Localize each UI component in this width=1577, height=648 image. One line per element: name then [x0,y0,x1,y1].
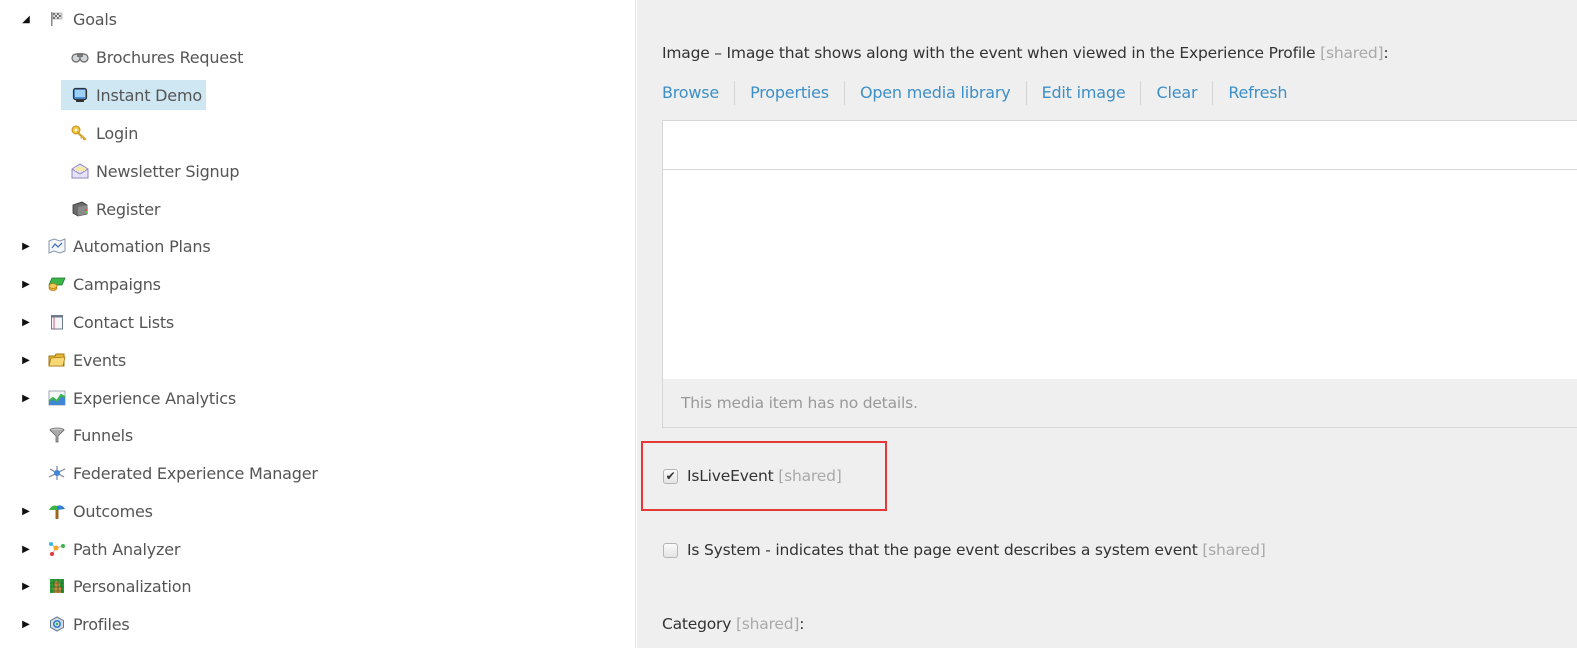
expand-toggle-collapsed-icon[interactable]: ▶ [20,240,32,252]
image-field-toolbar: Browse Properties Open media library Edi… [662,80,1302,106]
signpost-icon [48,502,66,520]
tree-item-instant-demo[interactable]: Instant Demo [61,80,206,110]
key-icon [71,124,89,142]
grid-person-icon [48,577,66,595]
edit-image-link[interactable]: Edit image [1025,81,1141,105]
is-live-event-checkbox[interactable]: ✔ [663,468,678,484]
tree-item-register[interactable]: Register [71,195,160,223]
content-tree: ◢ Goals Brochures Request Instant Demo L… [0,0,636,648]
book-icon [71,200,89,218]
tree-item-label: Experience Analytics [73,388,236,408]
is-system-field: Is System - indicates that the page even… [663,541,1266,559]
tree-item-label: Goals [73,9,117,29]
shared-tag: [shared] [735,615,800,633]
tree-item-campaigns[interactable]: ▶ Campaigns [22,270,161,298]
tree-item-contact-lists[interactable]: ▶ Contact Lists [22,308,175,336]
tree-item-automation-plans[interactable]: ▶ Automation Plans [22,232,211,260]
expand-toggle-expanded-icon[interactable]: ◢ [20,13,32,25]
tree-item-label: Funnels [73,425,133,445]
image-field-header [663,121,1577,170]
tree-item-login[interactable]: Login [71,119,138,147]
funnel-icon [48,426,66,444]
is-system-label: Is System - indicates that the page even… [687,541,1198,559]
map-icon [48,237,66,255]
media-details: This media item has no details. [663,379,1577,427]
tree-item-label: Newsletter Signup [96,161,240,181]
tree-item-label: Path Analyzer [73,539,181,559]
shared-tag: [shared] [1202,541,1266,559]
content-editor: ◢ Goals Brochures Request Instant Demo L… [0,0,1577,648]
money-icon [48,275,66,293]
is-live-event-field: ✔ IsLiveEvent [shared] [663,467,842,485]
properties-link[interactable]: Properties [734,81,844,105]
profile-cube-icon [48,615,66,633]
monitor-icon [71,86,89,104]
tree-item-label: Login [96,123,139,143]
tree-item-goals[interactable]: ◢ Goals [22,5,117,33]
expand-toggle-collapsed-icon[interactable]: ▶ [20,278,32,290]
tree-item-label: Campaigns [73,274,161,294]
expand-toggle-collapsed-icon[interactable]: ▶ [20,392,32,404]
tree-item-profiles[interactable]: ▶ Profiles [22,610,130,638]
expand-toggle-collapsed-icon[interactable]: ▶ [20,580,32,592]
envelope-icon [71,162,89,180]
image-field-box[interactable]: This media item has no details. [662,120,1577,428]
is-live-event-label: IsLiveEvent [687,467,774,485]
binoculars-icon [71,48,89,66]
flag-icon [48,10,66,28]
browse-link[interactable]: Browse [662,81,734,105]
refresh-link[interactable]: Refresh [1212,81,1302,105]
image-field-label: Image – Image that shows along with the … [662,44,1389,62]
tree-item-label: Outcomes [73,501,153,521]
tree-item-events[interactable]: ▶ Events [22,346,126,374]
network-icon [48,464,66,482]
expand-toggle-collapsed-icon[interactable]: ▶ [20,543,32,555]
item-editor: Image – Image that shows along with the … [637,0,1577,648]
tree-item-label: Personalization [73,576,192,596]
tree-item-label: Contact Lists [73,312,175,332]
tree-item-label: Brochures Request [96,47,244,67]
shared-tag: [shared] [778,467,842,485]
tree-item-personalization[interactable]: ▶ Personalization [22,572,192,600]
tree-item-brochures-request[interactable]: Brochures Request [71,43,243,71]
nodes-icon [48,540,66,558]
open-media-library-link[interactable]: Open media library [843,81,1026,105]
shared-tag: [shared] [1320,44,1384,62]
tree-item-label: Events [73,350,126,370]
tree-item-label: Automation Plans [73,236,211,256]
tree-item-path-analyzer[interactable]: ▶ Path Analyzer [22,535,181,563]
expand-toggle-collapsed-icon[interactable]: ▶ [20,316,32,328]
folder-icon [48,351,66,369]
category-field-label: Category [shared]: [662,615,805,633]
is-system-checkbox[interactable] [663,542,678,558]
chart-icon [48,389,66,407]
tree-item-label: Register [96,199,161,219]
image-preview-area[interactable] [663,170,1577,379]
expand-toggle-collapsed-icon[interactable]: ▶ [20,618,32,630]
tree-item-label: Federated Experience Manager [73,463,318,483]
tree-item-label: Instant Demo [96,85,202,105]
tree-item-label: Profiles [73,614,130,634]
notepad-icon [48,313,66,331]
tree-item-federated-experience-manager[interactable]: Federated Experience Manager [48,459,318,487]
tree-item-newsletter-signup[interactable]: Newsletter Signup [71,157,240,185]
tree-item-outcomes[interactable]: ▶ Outcomes [22,497,153,525]
clear-link[interactable]: Clear [1140,81,1212,105]
expand-toggle-collapsed-icon[interactable]: ▶ [20,354,32,366]
tree-item-experience-analytics[interactable]: ▶ Experience Analytics [22,384,236,412]
tree-item-funnels[interactable]: Funnels [48,421,133,449]
expand-toggle-collapsed-icon[interactable]: ▶ [20,505,32,517]
